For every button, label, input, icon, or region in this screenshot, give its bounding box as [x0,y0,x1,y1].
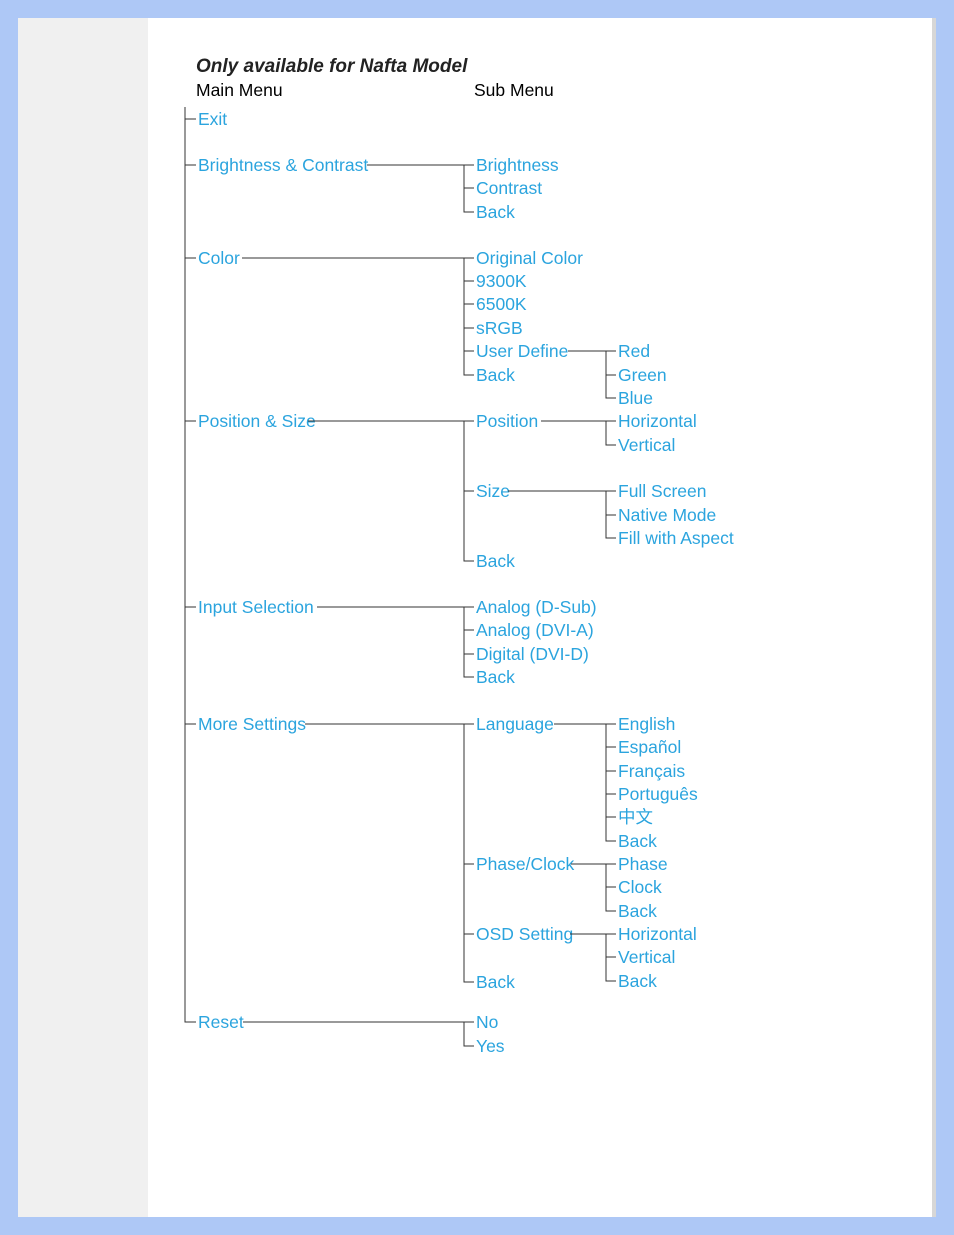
scrollbar[interactable] [932,18,936,1217]
submenu-analog-dvia: Analog (DVI-A) [476,620,594,640]
menu-more-settings: More Settings [198,714,306,734]
document-frame: Only available for Nafta Model Main Menu… [18,18,936,1217]
submenu-brightness: Brightness [476,155,559,175]
submenu-reset-no: No [476,1012,498,1032]
submenu-size: Size [476,481,510,501]
submenu-red: Red [618,341,650,361]
submenu-espanol: Español [618,737,681,757]
submenu-chinese: 中文 [618,807,653,827]
column-header-main: Main Menu [196,80,283,100]
submenu-osd-setting: OSD Setting [476,924,573,944]
column-header-sub: Sub Menu [474,80,554,100]
submenu-green: Green [618,365,667,385]
menu-brightness-contrast: Brightness & Contrast [198,155,368,175]
submenu-pos-vertical: Vertical [618,435,675,455]
submenu-full-screen: Full Screen [618,481,707,501]
submenu-phase: Phase [618,854,668,874]
submenu-original-color: Original Color [476,248,583,268]
submenu-phase-clock: Phase/Clock [476,854,574,874]
menu-color: Color [198,248,240,268]
submenu-input-back: Back [476,667,515,687]
menu-exit: Exit [198,109,227,129]
submenu-francais: Français [618,761,685,781]
submenu-color-back: Back [476,365,515,385]
submenu-osd-vertical: Vertical [618,947,675,967]
submenu-9300k: 9300K [476,271,527,291]
submenu-ms-back: Back [476,972,515,992]
submenu-srgb: sRGB [476,318,523,338]
submenu-digital-dvid: Digital (DVI-D) [476,644,589,664]
submenu-analog-dsub: Analog (D-Sub) [476,597,597,617]
submenu-clock: Clock [618,877,662,897]
menu-position-size: Position & Size [198,411,316,431]
submenu-user-define: User Define [476,341,568,361]
submenu-blue: Blue [618,388,653,408]
submenu-portugues: Português [618,784,698,804]
submenu-contrast: Contrast [476,178,542,198]
submenu-osd-horizontal: Horizontal [618,924,697,944]
page-title: Only available for Nafta Model [196,56,468,77]
submenu-6500k: 6500K [476,294,527,314]
submenu-pos-horizontal: Horizontal [618,411,697,431]
submenu-pc-back: Back [618,901,657,921]
submenu-english: English [618,714,675,734]
submenu-reset-yes: Yes [476,1036,505,1056]
submenu-fill-aspect: Fill with Aspect [618,528,734,548]
document-page: Only available for Nafta Model Main Menu… [148,18,932,1217]
submenu-ps-back: Back [476,551,515,571]
menu-input-selection: Input Selection [198,597,314,617]
submenu-language: Language [476,714,554,734]
submenu-bc-back: Back [476,202,515,222]
submenu-lang-back: Back [618,831,657,851]
menu-reset: Reset [198,1012,244,1032]
submenu-position: Position [476,411,538,431]
submenu-osd-back: Back [618,971,657,991]
submenu-native-mode: Native Mode [618,505,716,525]
